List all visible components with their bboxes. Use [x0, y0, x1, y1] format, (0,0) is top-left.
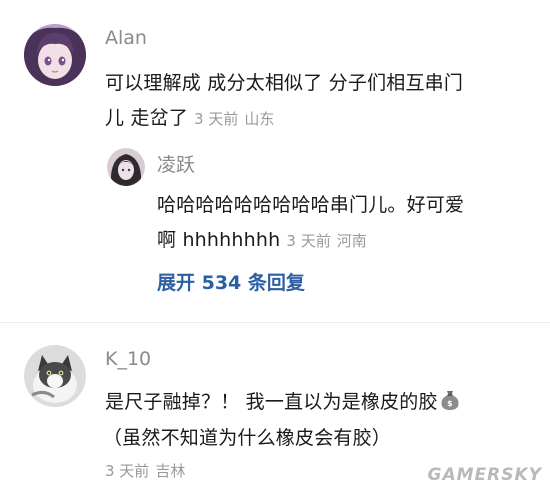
- comment-text-end: 儿 走岔了: [105, 107, 189, 129]
- timestamp: 3 天前: [286, 232, 331, 250]
- avatar-k10[interactable]: [24, 345, 86, 407]
- avatar-alan[interactable]: [24, 24, 86, 86]
- expand-replies-link[interactable]: 展开 534 条回复: [157, 268, 305, 295]
- timestamp: 3 天前: [105, 462, 150, 480]
- username[interactable]: Alan: [105, 27, 147, 49]
- location: 河南: [336, 232, 367, 250]
- reply-text: 啊 hhhhhhhh 3 天前 河南: [157, 225, 367, 252]
- comment-text-start: 是尺子融掉？！ 我一直以为是橡皮的胶: [105, 391, 438, 413]
- username[interactable]: K_10: [105, 348, 151, 370]
- comment-text: 可以理解成 成分太相似了 分子们相互串门: [105, 72, 464, 94]
- money-bag-icon: $: [440, 389, 460, 411]
- divider: [0, 322, 550, 323]
- comment-text: 儿 走岔了 3 天前 山东: [105, 103, 274, 130]
- location: 吉林: [155, 462, 186, 480]
- reply-text: 哈哈哈哈哈哈哈哈哈串门儿。好可爱: [157, 194, 465, 216]
- avatar-lingyue[interactable]: [107, 148, 145, 186]
- svg-text:$: $: [447, 399, 453, 408]
- comment-text: 是尺子融掉？！ 我一直以为是橡皮的胶 $: [105, 387, 460, 414]
- watermark: GAMERSKY: [427, 465, 542, 485]
- comment-meta: 3 天前 吉林: [105, 460, 185, 481]
- comment-text: （虽然不知道为什么橡皮会有胶）: [103, 427, 392, 449]
- location: 山东: [244, 110, 275, 128]
- reply-text-end: 啊 hhhhhhhh: [157, 229, 281, 251]
- username[interactable]: 凌跃: [157, 150, 195, 177]
- timestamp: 3 天前: [194, 110, 239, 128]
